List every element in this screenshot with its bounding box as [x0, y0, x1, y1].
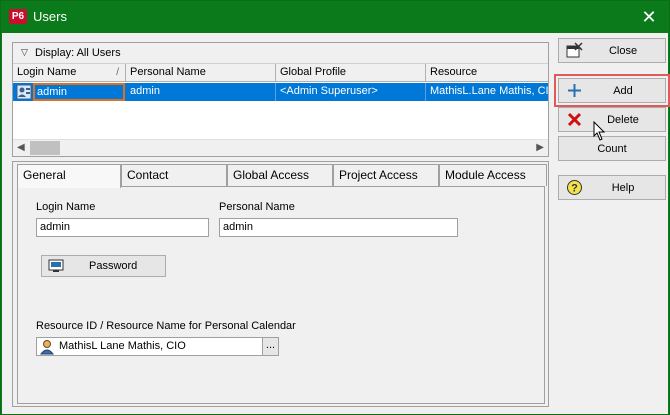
details-tabs: General Contact Global Access Project Ac…	[17, 164, 547, 188]
add-button[interactable]: Add	[554, 74, 670, 107]
general-tab-content: Login Name admin Personal Name admin Pas…	[17, 186, 545, 404]
personal-name-label: Personal Name	[219, 201, 295, 213]
help-button[interactable]: ? Help	[558, 175, 666, 200]
scroll-right-icon[interactable]: ▶	[536, 142, 544, 153]
users-grid-header: Login Name / Personal Name Global Profil…	[13, 64, 548, 82]
user-details-panel: General Contact Global Access Project Ac…	[12, 161, 549, 407]
password-button-label: Password	[89, 260, 138, 272]
personal-name-field[interactable]: admin	[219, 218, 458, 237]
column-header-login-name[interactable]: Login Name /	[13, 64, 126, 82]
window-title: Users	[33, 9, 67, 24]
help-button-label: Help	[611, 182, 635, 194]
resource-browse-button[interactable]: ...	[262, 338, 278, 355]
p6-logo-icon: P6	[9, 9, 27, 24]
login-name-label: Login Name	[36, 201, 96, 213]
close-button-label: Close	[608, 45, 638, 57]
tab-module-access[interactable]: Module Access	[439, 164, 547, 186]
chevron-down-icon[interactable]: ▽	[21, 47, 28, 58]
count-button[interactable]: Count	[558, 136, 666, 161]
display-filter-bar[interactable]: ▽ Display: All Users	[13, 43, 548, 64]
users-list-panel: ▽ Display: All Users Login Name / Person…	[12, 42, 549, 157]
column-header-resource[interactable]: Resource	[426, 64, 548, 82]
scrollbar-thumb[interactable]	[30, 141, 60, 155]
horizontal-scrollbar[interactable]: ◀ ▶	[13, 139, 548, 156]
password-icon	[48, 259, 64, 272]
login-name-field[interactable]: admin	[36, 218, 209, 237]
scroll-left-icon[interactable]: ◀	[17, 142, 25, 153]
window-close-button[interactable]: ✕	[639, 7, 659, 27]
tab-contact[interactable]: Contact	[121, 164, 227, 186]
personal-name-cell[interactable]: admin	[126, 83, 276, 101]
resource-cell[interactable]: MathisL.Lane Mathis, CIO	[426, 83, 548, 101]
user-icon	[16, 84, 32, 100]
tab-general[interactable]: General	[17, 164, 121, 188]
resource-calendar-value: MathisL Lane Mathis, CIO	[59, 340, 186, 352]
tab-global-access[interactable]: Global Access	[227, 164, 333, 186]
column-header-personal-name[interactable]: Personal Name	[126, 64, 276, 82]
users-dialog: P6 Users ✕ ▽ Display: All Users Login Na…	[0, 0, 670, 415]
column-header-global-profile[interactable]: Global Profile	[276, 64, 426, 82]
global-profile-cell[interactable]: <Admin Superuser>	[276, 83, 426, 101]
title-bar: P6 Users ✕	[1, 1, 669, 33]
mouse-pointer-icon	[593, 121, 606, 141]
password-button[interactable]: Password	[41, 255, 166, 277]
close-button[interactable]: Close	[558, 38, 666, 63]
login-name-cell-editor[interactable]: admin	[33, 83, 125, 101]
add-button-label: Add	[613, 85, 633, 97]
display-filter-label: Display: All Users	[35, 47, 121, 59]
resource-calendar-label: Resource ID / Resource Name for Personal…	[36, 320, 296, 332]
dialog-client-area: ▽ Display: All Users Login Name / Person…	[2, 33, 670, 414]
delete-button[interactable]: Delete	[558, 107, 666, 132]
count-button-label: Count	[597, 143, 627, 155]
resource-person-icon	[39, 340, 55, 355]
table-row[interactable]: admin admin <Admin Superuser> MathisL.La…	[13, 83, 548, 101]
delete-button-label: Delete	[607, 114, 639, 126]
resource-calendar-field[interactable]: MathisL Lane Mathis, CIO ...	[36, 337, 279, 356]
tab-project-access[interactable]: Project Access	[333, 164, 439, 186]
sort-indicator-icon: /	[116, 67, 119, 78]
